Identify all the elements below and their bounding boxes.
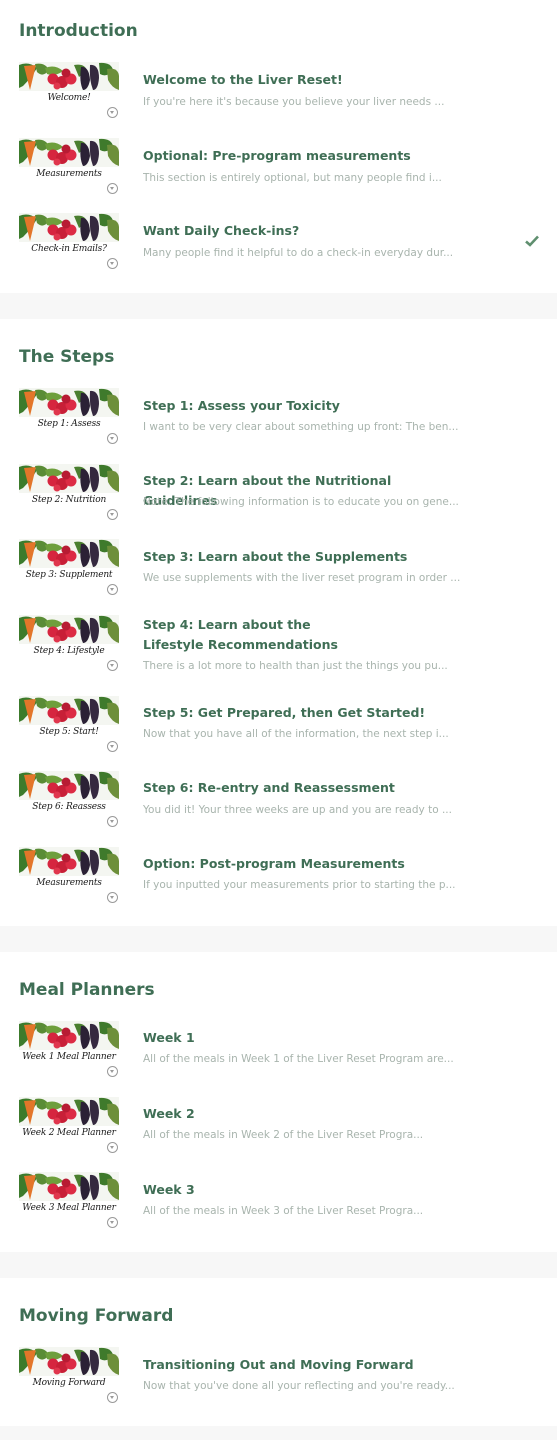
section-the-steps: The Steps Step 1: Assess Step 1: Assess … (0, 319, 557, 926)
section-introduction: Introduction Welcome! Welcome to the Liv… (0, 0, 557, 293)
lesson-item[interactable]: Week 3 Meal Planner Week 3 All of the me… (0, 1172, 557, 1238)
lesson-description: We use supplements with the liver reset … (143, 572, 461, 584)
play-icon (107, 183, 118, 194)
lesson-thumbnail: Week 1 Meal Planner (19, 1021, 119, 1079)
lesson-title[interactable]: Optional: Pre-program measurements (143, 146, 463, 166)
lesson-item[interactable]: Welcome! Welcome to the Liver Reset! If … (0, 62, 557, 128)
lesson-title[interactable]: Transitioning Out and Moving Forward (143, 1355, 463, 1375)
play-icon (107, 107, 118, 118)
lesson-description: Many people find it helpful to do a chec… (143, 247, 454, 259)
play-icon (107, 1066, 118, 1077)
lesson-thumbnail: Measurements (19, 138, 119, 196)
lesson-item[interactable]: Step 1: Assess Step 1: Assess your Toxic… (0, 388, 557, 454)
lesson-item[interactable]: Check-in Emails? Want Daily Check-ins? M… (0, 213, 557, 279)
lesson-description: If you're here it's because you believe … (143, 96, 445, 108)
lesson-item[interactable]: Week 2 Meal Planner Week 2 All of the me… (0, 1097, 557, 1163)
lesson-thumbnail: Step 4: Lifestyle (19, 615, 119, 673)
lesson-thumbnail: Step 6: Reassess (19, 771, 119, 829)
lesson-description: If you inputted your measurements prior … (143, 879, 456, 891)
lesson-title[interactable]: Week 2 (143, 1104, 463, 1124)
play-icon (107, 660, 118, 671)
lesson-thumbnail: Step 1: Assess (19, 388, 119, 446)
section-meal-planners: Meal Planners Week 1 Meal Planner Week 1… (0, 952, 557, 1252)
lesson-description: All of the meals in Week 3 of the Liver … (143, 1205, 424, 1217)
play-icon (107, 892, 118, 903)
section-title: Introduction (19, 21, 138, 41)
lesson-description: This section is entirely optional, but m… (143, 172, 442, 184)
lesson-title[interactable]: Step 3: Learn about the Supplements (143, 547, 463, 567)
lesson-title[interactable]: Option: Post-program Measurements (143, 854, 463, 874)
lesson-title[interactable]: Step 5: Get Prepared, then Get Started! (143, 703, 463, 723)
lesson-thumbnail: Week 3 Meal Planner (19, 1172, 119, 1230)
lesson-description: Now that you've done all your reflecting… (143, 1380, 455, 1392)
section-title: Meal Planners (19, 980, 155, 1000)
lesson-description: You did it! Your three weeks are up and … (143, 804, 452, 816)
lesson-item[interactable]: Step 4: Lifestyle Step 4: Learn about th… (0, 615, 557, 681)
lesson-description: All of the meals in Week 1 of the Liver … (143, 1053, 454, 1065)
lesson-item[interactable]: Step 5: Start! Step 5: Get Prepared, the… (0, 696, 557, 762)
lesson-item[interactable]: Step 2: Nutrition Step 2: Learn about th… (0, 464, 557, 530)
lesson-thumbnail: Welcome! (19, 62, 119, 120)
lesson-description: Now that you have all of the information… (143, 728, 449, 740)
lesson-thumbnail: Week 2 Meal Planner (19, 1097, 119, 1155)
lesson-title[interactable]: Step 4: Learn about the Lifestyle Recomm… (143, 615, 373, 655)
play-icon (107, 433, 118, 444)
lesson-description: Note: The following information is to ed… (143, 496, 459, 508)
lesson-title[interactable]: Week 1 (143, 1028, 463, 1048)
lesson-thumbnail: Moving Forward (19, 1347, 119, 1405)
play-icon (107, 1142, 118, 1153)
lesson-item[interactable]: Moving Forward Transitioning Out and Mov… (0, 1347, 557, 1413)
lesson-thumbnail: Step 2: Nutrition (19, 464, 119, 522)
lesson-item[interactable]: Step 6: Reassess Step 6: Re-entry and Re… (0, 771, 557, 837)
lesson-item[interactable]: Measurements Option: Post-program Measur… (0, 847, 557, 913)
lesson-item[interactable]: Week 1 Meal Planner Week 1 All of the me… (0, 1021, 557, 1087)
lesson-thumbnail: Measurements (19, 847, 119, 905)
lesson-thumbnail: Check-in Emails? (19, 213, 119, 271)
lesson-description: I want to be very clear about something … (143, 421, 459, 433)
lesson-item[interactable]: Step 3: Supplement Step 3: Learn about t… (0, 539, 557, 605)
lesson-title[interactable]: Step 6: Re-entry and Reassessment (143, 778, 463, 798)
section-moving-forward: Moving Forward Moving Forward Transition… (0, 1278, 557, 1426)
lesson-title[interactable]: Welcome to the Liver Reset! (143, 70, 463, 90)
lesson-thumbnail: Step 3: Supplement (19, 539, 119, 597)
section-title: The Steps (19, 347, 115, 367)
play-icon (107, 509, 118, 520)
lesson-description: All of the meals in Week 2 of the Liver … (143, 1129, 424, 1141)
play-icon (107, 584, 118, 595)
play-icon (107, 816, 118, 827)
play-icon (107, 741, 118, 752)
lesson-title[interactable]: Step 1: Assess your Toxicity (143, 396, 463, 416)
play-icon (107, 1217, 118, 1228)
lesson-title[interactable]: Want Daily Check-ins? (143, 221, 463, 241)
lesson-item[interactable]: Measurements Optional: Pre-program measu… (0, 138, 557, 204)
lesson-title[interactable]: Week 3 (143, 1180, 463, 1200)
check-icon (525, 235, 539, 247)
lesson-thumbnail: Step 5: Start! (19, 696, 119, 754)
play-icon (107, 1392, 118, 1403)
lesson-description: There is a lot more to health than just … (143, 660, 448, 672)
play-icon (107, 258, 118, 269)
section-title: Moving Forward (19, 1306, 174, 1326)
